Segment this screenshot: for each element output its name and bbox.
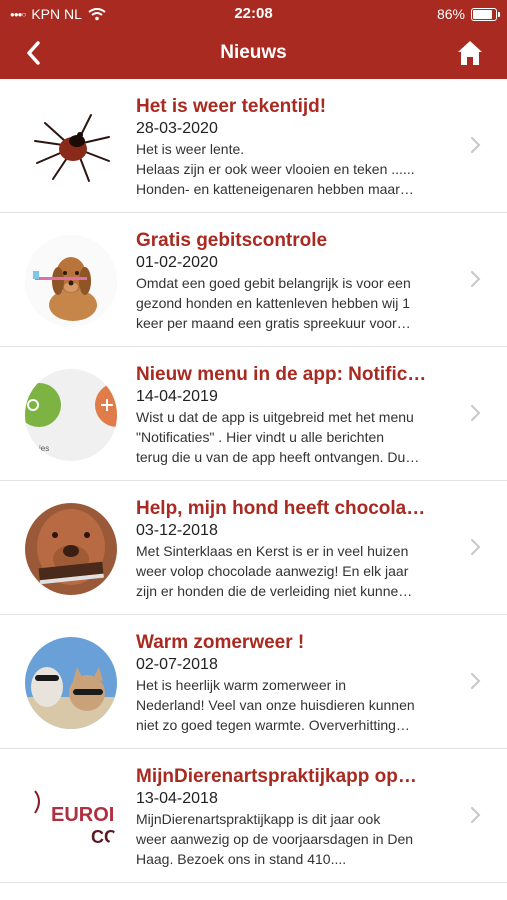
news-list: Het is weer tekentijd! 28-03-2020 Het is…: [0, 79, 507, 883]
news-item[interactable]: Het is weer tekentijd! 28-03-2020 Het is…: [0, 79, 507, 213]
news-date: 02-07-2018: [136, 656, 218, 673]
news-text: Warm zomerweer ! 02-07-2018 Het is heerl…: [136, 631, 451, 735]
news-title: Gratis gebitscontrole: [136, 230, 328, 251]
news-date: 01-02-2020: [136, 254, 218, 271]
news-text: Nieuw menu in de app: Notific… 14-04-201…: [136, 363, 451, 467]
excerpt-line: gezond honden en kattenleven hebben wij …: [136, 295, 410, 311]
news-date: 13-04-2018: [136, 790, 218, 807]
news-thumbnail: EUROI CC: [25, 771, 117, 863]
news-excerpt: Met Sinterklaas en Kerst is er in veel h…: [136, 541, 451, 601]
excerpt-line: terug die u van de app heeft ontvangen. …: [136, 449, 420, 465]
news-title: Help, mijn hond heeft chocola…: [136, 498, 426, 519]
excerpt-line: "Notificaties" . Hier vindt u alle beric…: [136, 429, 385, 445]
news-date: 28-03-2020: [136, 120, 218, 137]
thumb-logo-bottom: CC: [91, 827, 117, 847]
news-excerpt: Het is heerlijk warm zomerweer in Nederl…: [136, 675, 451, 735]
excerpt-line: Wist u dat de app is uitgebreid met het …: [136, 409, 414, 425]
news-thumbnail: [25, 637, 117, 729]
expo-logo-image: EUROI CC: [25, 771, 117, 863]
chevron-right-icon: [471, 673, 481, 689]
app-menu-image: ies: [25, 369, 117, 461]
news-title: Het is weer tekentijd!: [136, 96, 327, 117]
status-bar: ●●●○ KPN NL 22:08 86%: [0, 0, 507, 28]
dog-toothbrush-image: [25, 235, 117, 327]
chevron-right-icon: [471, 807, 481, 823]
home-icon[interactable]: [455, 38, 485, 68]
news-date: 03-12-2018: [136, 522, 218, 539]
status-right: 86%: [436, 6, 500, 22]
news-thumbnail: [25, 235, 117, 327]
excerpt-line: Met Sinterklaas en Kerst is er in veel h…: [136, 543, 409, 559]
excerpt-line: weer volop chocolade aanwezig! En elk ja…: [136, 563, 409, 579]
excerpt-line: niet zo goed tegen warmte. Oververhittin…: [136, 717, 410, 733]
chevron-right-icon: [471, 137, 481, 153]
news-date: 14-04-2019: [136, 388, 218, 405]
page-title: Nieuws: [220, 42, 287, 63]
news-excerpt: Het is weer lente. Helaas zijn er ook we…: [136, 139, 451, 199]
news-excerpt: Omdat een goed gebit belangrijk is voor …: [136, 273, 451, 333]
news-thumbnail: [25, 503, 117, 595]
excerpt-line: Honden- en katteneigenaren hebben maar…: [136, 181, 414, 197]
excerpt-line: zijn er honden die de verleiding niet ku…: [136, 583, 413, 599]
news-excerpt: MijnDierenartspraktijkapp is dit jaar oo…: [136, 809, 451, 869]
excerpt-line: Haag. Bezoek ons in stand 410....: [136, 851, 347, 867]
excerpt-line: weer aanwezig op de voorjaarsdagen in De…: [136, 831, 414, 847]
header-bar: ●●●○ KPN NL 22:08 86% Nieuws: [0, 0, 507, 79]
thumb-menu-label: ies: [39, 444, 49, 453]
news-text: Het is weer tekentijd! 28-03-2020 Het is…: [136, 95, 451, 199]
chevron-right-icon: [471, 405, 481, 421]
nav-bar: Nieuws: [0, 30, 507, 79]
excerpt-line: Omdat een goed gebit belangrijk is voor …: [136, 275, 411, 291]
news-thumbnail: ies: [25, 369, 117, 461]
news-title: MijnDierenartspraktijkapp op…: [136, 766, 417, 787]
tick-image: [25, 101, 117, 193]
excerpt-line: MijnDierenartspraktijkapp is dit jaar oo…: [136, 811, 381, 827]
chevron-right-icon: [471, 271, 481, 287]
news-item[interactable]: EUROI CC MijnDierenartspraktijkapp op… 1…: [0, 749, 507, 883]
excerpt-line: Het is weer lente.: [136, 141, 245, 157]
thumb-logo-top: EUROI: [51, 804, 114, 826]
news-thumbnail: [25, 101, 117, 193]
news-title: Nieuw menu in de app: Notific…: [136, 364, 427, 385]
excerpt-line: Helaas zijn er ook weer vlooien en teken…: [136, 161, 415, 177]
summer-animals-image: [25, 637, 117, 729]
status-time: 22:08: [234, 5, 273, 22]
chevron-right-icon: [471, 539, 481, 555]
news-title: Warm zomerweer !: [136, 632, 305, 653]
battery-icon: [471, 7, 500, 21]
excerpt-line: Het is heerlijk warm zomerweer in: [136, 677, 347, 693]
news-text: Gratis gebitscontrole 01-02-2020 Omdat e…: [136, 229, 451, 333]
excerpt-line: keer per maand een gratis spreekuur voor…: [136, 315, 411, 331]
excerpt-line: Nederland! Veel van onze huisdieren kunn…: [136, 697, 415, 713]
news-excerpt: Wist u dat de app is uitgebreid met het …: [136, 407, 451, 467]
news-text: Help, mijn hond heeft chocola… 03-12-201…: [136, 497, 451, 601]
news-item[interactable]: Warm zomerweer ! 02-07-2018 Het is heerl…: [0, 615, 507, 749]
news-item[interactable]: Help, mijn hond heeft chocola… 03-12-201…: [0, 481, 507, 615]
news-item[interactable]: Gratis gebitscontrole 01-02-2020 Omdat e…: [0, 213, 507, 347]
dog-chocolate-image: [25, 503, 117, 595]
news-item[interactable]: ies Nieuw menu in de app: Notific… 14-04…: [0, 347, 507, 481]
battery-percent: 86%: [436, 6, 465, 22]
news-text: MijnDierenartspraktijkapp op… 13-04-2018…: [136, 765, 451, 869]
